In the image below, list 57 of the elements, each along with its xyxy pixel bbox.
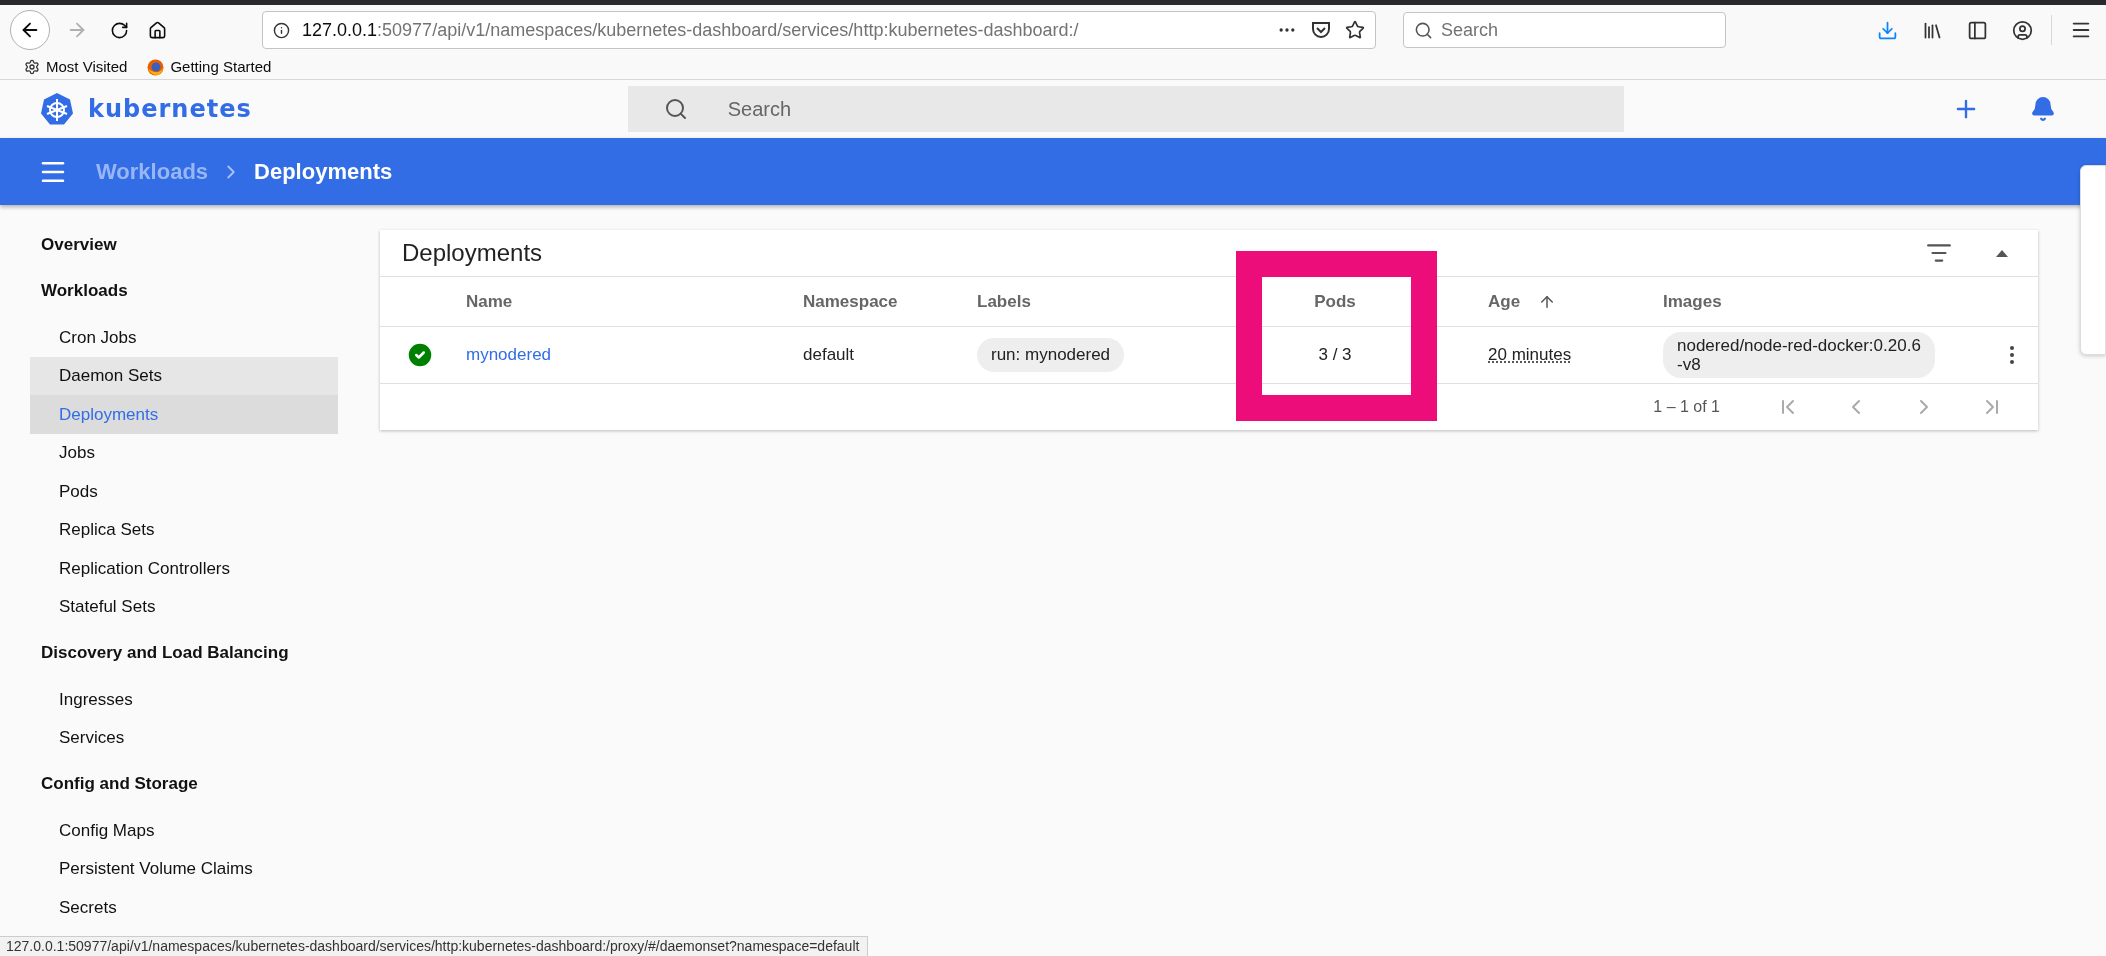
nav-item[interactable]: Secrets bbox=[30, 888, 338, 927]
nav-item[interactable]: Daemon Sets bbox=[30, 356, 338, 395]
search-icon bbox=[1414, 20, 1433, 40]
pods-cell: 3 / 3 bbox=[1318, 345, 1352, 365]
nav-section-title[interactable]: Config and Storage bbox=[41, 771, 198, 797]
age-cell: 20 minutes bbox=[1488, 345, 1572, 365]
brand-name: kubernetes bbox=[88, 94, 252, 125]
search-icon bbox=[663, 97, 688, 121]
card-title: Deployments bbox=[402, 238, 543, 268]
nav-section-title[interactable]: Discovery and Load Balancing bbox=[41, 640, 289, 666]
column-header[interactable]: Name bbox=[466, 288, 513, 315]
nav-section-title[interactable]: Workloads bbox=[41, 278, 128, 304]
search-placeholder: Search bbox=[727, 97, 792, 122]
browser-search-field[interactable]: Search bbox=[1403, 12, 1726, 48]
back-button[interactable] bbox=[10, 10, 50, 50]
url-path: :50977/api/v1/namespaces/kubernetes-dashboard/services/http:kubernetes-dashboard:/ bbox=[377, 18, 1079, 42]
account-icon[interactable] bbox=[2012, 19, 2033, 41]
nav-item[interactable]: Persistent Volume Claims bbox=[30, 849, 338, 888]
column-header[interactable]: Namespace bbox=[803, 288, 898, 315]
nav-item[interactable]: Config Maps bbox=[30, 811, 338, 850]
helm-wheel-icon bbox=[40, 92, 74, 126]
deployment-link[interactable]: mynodered bbox=[466, 345, 552, 365]
nav-item[interactable]: Replica Sets bbox=[30, 510, 338, 549]
nav-item[interactable]: Stateful Sets bbox=[30, 587, 338, 626]
nav-item[interactable]: Cron Jobs bbox=[30, 318, 338, 357]
globe-icon bbox=[147, 58, 165, 76]
pocket-icon[interactable] bbox=[1311, 21, 1331, 39]
nav-section-title[interactable]: Overview bbox=[41, 232, 117, 258]
gear-icon bbox=[24, 59, 40, 75]
app-search-field[interactable]: Search bbox=[627, 86, 1624, 132]
nav-item[interactable]: Ingresses bbox=[30, 680, 338, 719]
bell-icon[interactable] bbox=[2030, 96, 2056, 122]
url-host: 127.0.0.1 bbox=[302, 18, 378, 42]
pagination-range: 1 – 1 of 1 bbox=[1653, 397, 1720, 417]
search-placeholder: Search bbox=[1441, 18, 1499, 42]
address-bar[interactable]: 127.0.0.1:50977/api/v1/namespaces/kubernetes-dashboard/services/http:kubernetes-dashboard:/ bbox=[262, 11, 1376, 49]
label-chip: run: mynodered bbox=[977, 338, 1125, 372]
nav-item[interactable]: Pods bbox=[30, 472, 338, 511]
star-icon[interactable] bbox=[1345, 20, 1365, 40]
column-header[interactable]: Labels bbox=[977, 288, 1031, 315]
status-url: 127.0.0.1:50977/api/v1/namespaces/kubernetes-dashboard/services/http:kubernetes-dashboard:/proxy/#/daemonset?namespace=default bbox=[6, 937, 860, 956]
nav-item[interactable]: Deployments bbox=[30, 395, 338, 434]
column-header[interactable]: Images bbox=[1663, 288, 1722, 315]
namespace-cell: default bbox=[803, 345, 855, 365]
nav-item[interactable]: Jobs bbox=[30, 433, 338, 472]
breadcrumb-item: Deployments bbox=[254, 158, 393, 186]
column-header[interactable]: Pods bbox=[1314, 288, 1356, 315]
bookmark-link[interactable]: Getting Started bbox=[170, 55, 272, 79]
nav-item[interactable]: Services bbox=[30, 718, 338, 757]
download-icon[interactable] bbox=[1877, 19, 1898, 41]
nav-item[interactable]: Replication Controllers bbox=[30, 549, 338, 588]
collapse-icon[interactable] bbox=[1996, 249, 2008, 257]
image-chip: nodered/node-red-docker:0.20.6-v8 bbox=[1663, 332, 1935, 378]
sidebar-icon[interactable] bbox=[1967, 19, 1988, 41]
column-header[interactable]: Age bbox=[1488, 288, 1557, 315]
info-icon bbox=[273, 21, 290, 39]
bookmark-link[interactable]: Most Visited bbox=[46, 55, 128, 79]
